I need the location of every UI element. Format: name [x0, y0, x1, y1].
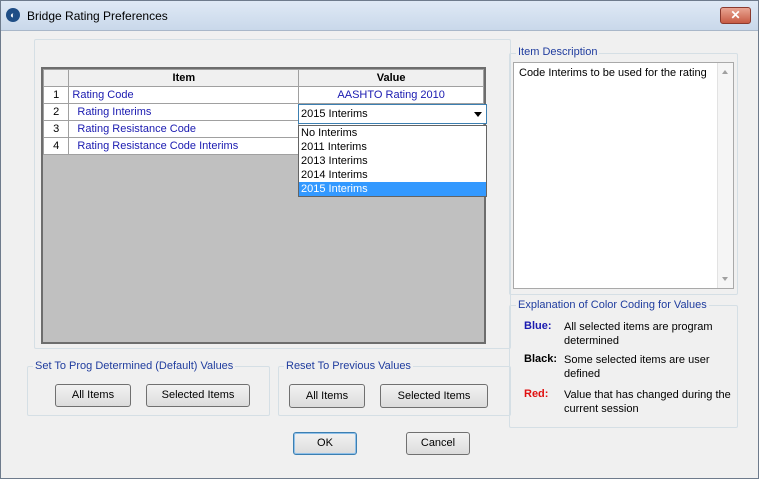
scroll-down-icon[interactable] — [722, 277, 728, 281]
chevron-down-icon[interactable] — [474, 112, 482, 117]
row-item[interactable]: Rating Code — [68, 86, 300, 104]
description-scrollbar[interactable] — [717, 63, 733, 288]
set-default-label: Set To Prog Determined (Default) Values — [33, 360, 236, 372]
row-item[interactable]: Rating Resistance Code Interims — [68, 137, 300, 155]
row-item[interactable]: Rating Resistance Code — [68, 120, 300, 138]
cancel-button[interactable]: Cancel — [406, 432, 470, 455]
reset-previous-selected-items-button[interactable]: Selected Items — [380, 384, 488, 408]
color-explanation-black: Some selected items are user defined — [564, 354, 710, 380]
row-number: 1 — [42, 86, 70, 104]
interims-combobox[interactable]: 2015 Interims — [298, 104, 487, 124]
dropdown-option[interactable]: 2013 Interims — [299, 154, 486, 168]
window-title: Bridge Rating Preferences — [27, 9, 168, 23]
preferences-grid: Item Value 1 Rating Code AASHTO Rating 2… — [41, 67, 487, 344]
scroll-up-icon[interactable] — [722, 70, 728, 74]
grid-row[interactable]: 1 Rating Code AASHTO Rating 2010 — [42, 86, 484, 104]
dialog-body: Item Value 1 Rating Code AASHTO Rating 2… — [9, 31, 750, 469]
row-item[interactable]: Rating Interims — [68, 103, 300, 121]
row-number: 3 — [42, 120, 70, 138]
title-bar[interactable]: ◐ Bridge Rating Preferences ✕ — [1, 1, 758, 31]
color-key-red: Red: — [524, 388, 549, 400]
reset-previous-all-items-button[interactable]: All Items — [289, 384, 365, 408]
row-number: 4 — [42, 137, 70, 155]
item-description-text: Code Interims to be used for the rating — [519, 67, 707, 79]
color-coding-label: Explanation of Color Coding for Values — [516, 299, 709, 311]
color-key-blue: Blue: — [524, 320, 552, 332]
item-description-label: Item Description — [516, 46, 600, 58]
close-button[interactable]: ✕ — [720, 7, 751, 24]
ok-button[interactable]: OK — [293, 432, 357, 455]
combobox-value: 2015 Interims — [301, 108, 368, 120]
dropdown-option-selected[interactable]: 2015 Interims — [299, 182, 486, 196]
color-key-black: Black: — [524, 353, 558, 365]
dialog-window: ◐ Bridge Rating Preferences ✕ Item Value… — [0, 0, 759, 479]
interims-dropdown-list: No Interims 2011 Interims 2013 Interims … — [298, 125, 487, 197]
item-description-box: Code Interims to be used for the rating — [513, 62, 734, 289]
row-number: 2 — [42, 103, 70, 121]
set-default-selected-items-button[interactable]: Selected Items — [146, 384, 250, 407]
set-default-all-items-button[interactable]: All Items — [55, 384, 131, 407]
color-explanation-red: Value that has changed during the curren… — [564, 389, 731, 415]
dropdown-option[interactable]: No Interims — [299, 126, 486, 140]
color-explanation-blue: All selected items are program determine… — [564, 321, 713, 347]
app-icon: ◐ — [6, 8, 20, 22]
dropdown-option[interactable]: 2011 Interims — [299, 140, 486, 154]
grid-header-value: Value — [298, 69, 484, 87]
grid-header-corner — [42, 69, 70, 87]
reset-previous-label: Reset To Previous Values — [284, 360, 413, 372]
row-value[interactable]: AASHTO Rating 2010 — [298, 86, 484, 104]
dropdown-option[interactable]: 2014 Interims — [299, 168, 486, 182]
grid-header-item: Item — [68, 69, 300, 87]
